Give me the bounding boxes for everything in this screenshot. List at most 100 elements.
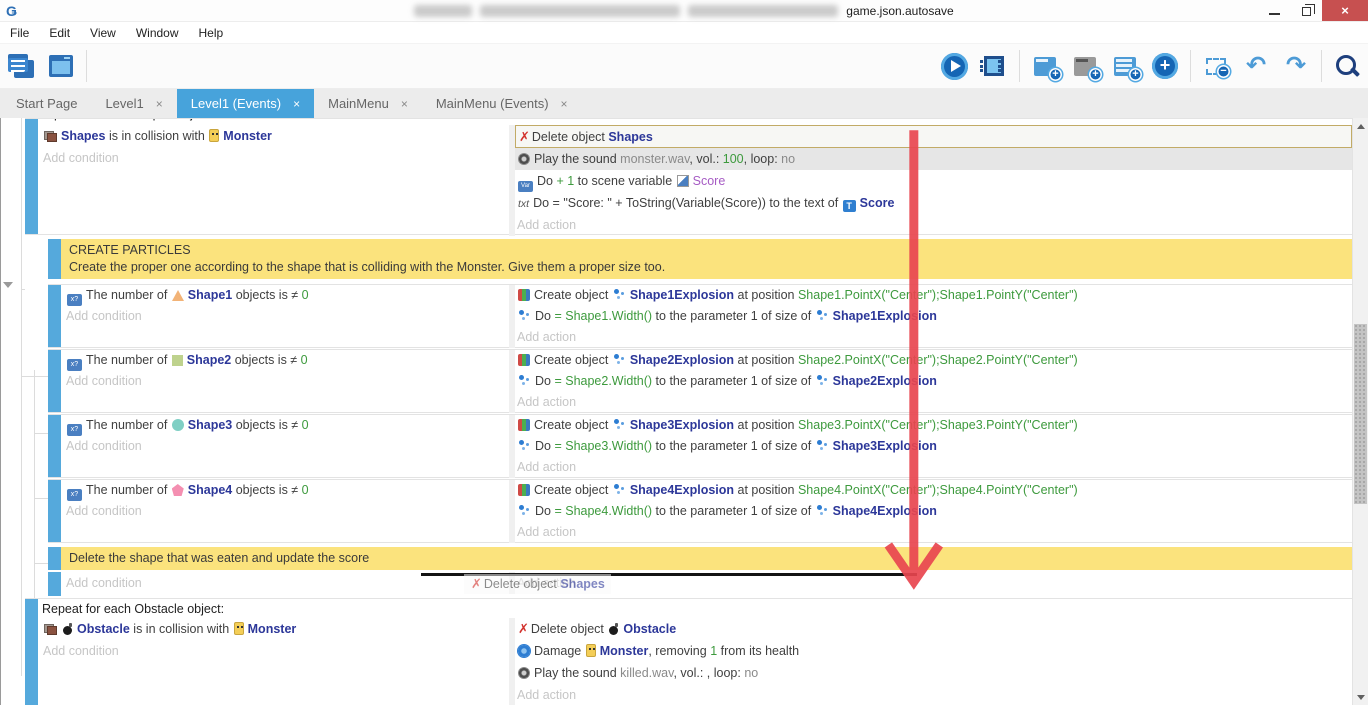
action-row[interactable]: Create object Shape2Explosion at positio… <box>515 350 1352 371</box>
event-text: from its health <box>717 644 799 658</box>
var-icon <box>518 181 533 192</box>
add-condition-button[interactable]: Add condition <box>64 436 509 457</box>
play-icon[interactable] <box>939 51 969 81</box>
blurred-title-text <box>480 5 680 17</box>
action-row[interactable]: Do = Shape3.Width() to the parameter 1 o… <box>515 436 1352 457</box>
undo-icon[interactable]: ↶ <box>1241 51 1271 81</box>
action-row[interactable]: Delete object Shapes <box>515 125 1352 148</box>
particle-icon <box>816 505 829 517</box>
add-condition-button[interactable]: Add condition <box>64 501 509 522</box>
add-comment-icon[interactable]: + <box>1110 51 1140 81</box>
add-condition-button[interactable]: Add condition <box>41 640 509 662</box>
action-row[interactable]: Create object Shape4Explosion at positio… <box>515 480 1352 501</box>
tab-close-icon[interactable]: × <box>156 97 163 111</box>
action-row[interactable]: Do = Shape2.Width() to the parameter 1 o… <box>515 371 1352 392</box>
scrollbar-thumb[interactable] <box>1354 324 1367 504</box>
scene-editor-icon[interactable] <box>46 51 76 81</box>
tab-close-icon[interactable]: × <box>561 97 568 111</box>
minimize-button[interactable] <box>1258 0 1290 21</box>
condition-row[interactable]: Obstacle is in collision with Monster <box>41 618 509 640</box>
event-text: 0 <box>301 353 308 367</box>
tab-bar: Start PageLevel1×Level1 (Events)×MainMen… <box>0 89 1368 118</box>
menu-file[interactable]: File <box>8 24 39 42</box>
debug-icon[interactable] <box>979 51 1009 81</box>
condition-row[interactable]: The number of Shape1 objects is ≠ 0 <box>64 285 509 306</box>
action-row[interactable]: Do = "Score: " + ToString(Variable(Score… <box>515 192 1352 214</box>
tab-mainmenu[interactable]: MainMenu × <box>314 89 422 118</box>
condition-row[interactable]: Shapes is in collision with Monster <box>41 125 509 147</box>
tab-level1-events-[interactable]: Level1 (Events)× <box>177 89 314 118</box>
event[interactable]: Repeat for each Shapes object:Shapes is … <box>25 118 1352 235</box>
action-row[interactable]: Do + 1 to scene variable Score <box>515 170 1352 192</box>
condition-row[interactable]: The number of Shape3 objects is ≠ 0 <box>64 415 509 436</box>
event[interactable]: The number of Shape4 objects is ≠ 0Add c… <box>48 479 1352 543</box>
comment-text[interactable]: CREATE PARTICLESCreate the proper one ac… <box>61 239 1352 279</box>
event-text: Shape3Explosion <box>630 418 734 432</box>
menu-help[interactable]: Help <box>197 24 234 42</box>
event-text: Play the sound <box>534 152 620 166</box>
deselect-icon[interactable]: − <box>1201 51 1231 81</box>
tab-close-icon[interactable]: × <box>401 97 408 111</box>
comment-event[interactable]: Delete the shape that was eaten and upda… <box>48 547 1352 570</box>
action-row[interactable]: Do = Shape1.Width() to the parameter 1 o… <box>515 306 1352 327</box>
toolbar-separator <box>1190 50 1191 82</box>
menu-view[interactable]: View <box>88 24 126 42</box>
add-action-button[interactable]: Add action <box>515 684 1352 705</box>
event[interactable]: Repeat for each Obstacle object:Obstacle… <box>25 598 1352 705</box>
event[interactable]: The number of Shape2 objects is ≠ 0Add c… <box>48 349 1352 413</box>
add-action-button[interactable]: Add action <box>515 327 1352 348</box>
add-condition-button[interactable]: Add condition <box>64 306 509 327</box>
shape2-icon <box>172 355 183 366</box>
window-title: game.json.autosave <box>0 0 1368 22</box>
add-subevent-icon[interactable]: + <box>1070 51 1100 81</box>
action-row[interactable]: Play the sound monster.wav, vol.: 100, l… <box>515 148 1352 170</box>
vertical-scrollbar[interactable] <box>1352 118 1368 705</box>
add-event-icon[interactable]: + <box>1030 51 1060 81</box>
condition-row[interactable]: The number of Shape4 objects is ≠ 0 <box>64 480 509 501</box>
event-text: = Shape2.Width() <box>554 374 652 388</box>
collapse-arrow-icon[interactable] <box>3 282 13 288</box>
event-text: Shape2.PointX("Center");Shape2.PointY("C… <box>798 353 1078 367</box>
action-row[interactable]: Create object Shape1Explosion at positio… <box>515 285 1352 306</box>
open-project-icon[interactable] <box>6 51 36 81</box>
event-text: = Shape1.Width() <box>554 309 652 323</box>
sound-icon <box>518 667 530 679</box>
restore-button[interactable] <box>1290 0 1322 21</box>
foreach-header[interactable]: Repeat for each Obstacle object: <box>38 599 1352 618</box>
add-condition-button[interactable]: Add condition <box>41 147 509 169</box>
action-row[interactable]: Damage Monster, removing 1 from its heal… <box>515 640 1352 662</box>
event-text: The number of <box>86 353 171 367</box>
add-action-button[interactable]: Add action <box>515 392 1352 413</box>
condition-row[interactable]: The number of Shape2 objects is ≠ 0 <box>64 350 509 371</box>
tab-level1[interactable]: Level1× <box>91 89 176 118</box>
event[interactable]: The number of Shape1 objects is ≠ 0Add c… <box>48 284 1352 348</box>
add-action-button[interactable]: Add action <box>515 522 1352 543</box>
event[interactable]: The number of Shape3 objects is ≠ 0Add c… <box>48 414 1352 478</box>
scroll-up-icon[interactable] <box>1357 124 1365 129</box>
scroll-down-icon[interactable] <box>1357 695 1365 700</box>
create-icon <box>518 484 530 496</box>
tab-label: MainMenu <box>328 96 389 111</box>
toolbar-separator <box>1019 50 1020 82</box>
action-row[interactable]: Play the sound killed.wav, vol.: , loop:… <box>515 662 1352 684</box>
tab-start-page[interactable]: Start Page <box>2 89 91 118</box>
add-action-button[interactable]: Add action <box>515 214 1352 236</box>
drop-target-row[interactable]: Add conditionAdd actionDelete object Sha… <box>48 572 1352 596</box>
add-condition-button[interactable]: Add condition <box>64 371 509 392</box>
action-row[interactable]: Delete object Obstacle <box>515 618 1352 640</box>
action-row[interactable]: Create object Shape3Explosion at positio… <box>515 415 1352 436</box>
search-icon[interactable] <box>1332 51 1362 81</box>
close-button[interactable]: × <box>1322 0 1368 21</box>
action-row[interactable]: Do = Shape4.Width() to the parameter 1 o… <box>515 501 1352 522</box>
textobj-icon <box>843 200 856 212</box>
add-action-button[interactable]: Add action <box>515 457 1352 478</box>
menu-edit[interactable]: Edit <box>47 24 80 42</box>
menu-window[interactable]: Window <box>134 24 189 42</box>
comment-event[interactable]: CREATE PARTICLESCreate the proper one ac… <box>48 239 1352 279</box>
redo-icon[interactable]: ↷ <box>1281 51 1311 81</box>
event-text: at position <box>734 418 798 432</box>
tab-mainmenu-events-[interactable]: MainMenu (Events)× <box>422 89 582 118</box>
comment-text[interactable]: Delete the shape that was eaten and upda… <box>61 547 1352 570</box>
add-circle-icon[interactable]: + <box>1150 51 1180 81</box>
tab-close-icon[interactable]: × <box>293 97 300 111</box>
